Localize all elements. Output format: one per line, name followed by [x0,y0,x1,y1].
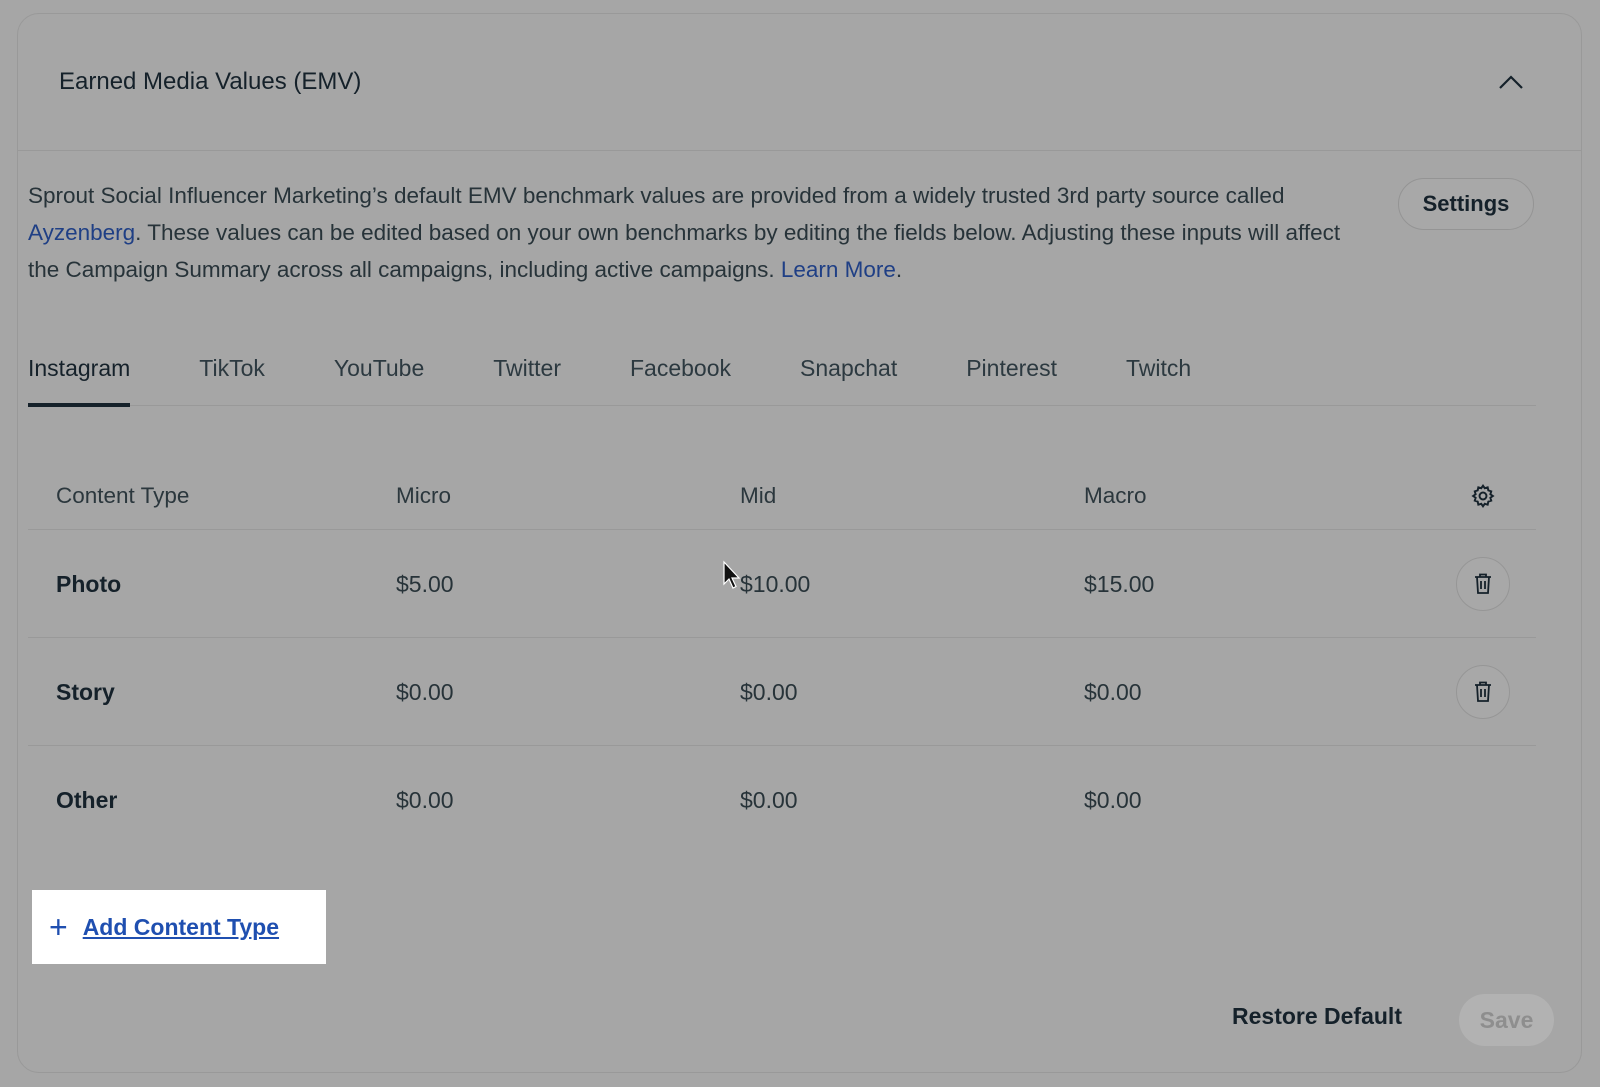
header-macro: Macro [1084,483,1147,508]
trash-icon [1475,573,1491,594]
row-macro-value[interactable]: $0.00 [1084,679,1414,706]
row-macro-value[interactable]: $15.00 [1084,571,1414,598]
tab-twitch[interactable]: Twitch [1126,340,1191,405]
tab-snapchat[interactable]: Snapchat [800,340,897,405]
row-micro-value[interactable]: $0.00 [396,679,740,706]
delete-row-button[interactable] [1456,665,1510,719]
settings-button[interactable]: Settings [1398,178,1534,230]
chevron-up-icon[interactable] [1497,68,1525,96]
row-content-type: Photo [56,570,122,597]
ayzenberg-link[interactable]: Ayzenberg [28,220,135,245]
gear-icon[interactable] [1469,482,1497,510]
table-header: Content Type Micro Mid Macro [28,462,1536,530]
emv-table: Content Type Micro Mid Macro Photo $5.00… [28,462,1536,854]
add-content-type-button[interactable]: + Add Content Type [32,890,326,964]
row-micro-value[interactable]: $0.00 [396,787,740,814]
table-row: Story $0.00 $0.00 $0.00 [28,638,1536,746]
delete-row-button[interactable] [1456,557,1510,611]
header-mid: Mid [740,483,777,508]
tab-pinterest[interactable]: Pinterest [966,340,1057,405]
tab-facebook[interactable]: Facebook [630,340,731,405]
description-text-2: . These values can be edited based on yo… [28,220,1341,282]
network-tabs: Instagram TikTok YouTube Twitter Faceboo… [28,340,1536,407]
row-mid-value[interactable]: $10.00 [740,571,1084,598]
row-content-type: Story [56,678,115,705]
plus-icon: + [49,909,68,945]
header-content-type: Content Type [56,483,190,508]
tab-youtube[interactable]: YouTube [334,340,424,405]
save-button[interactable]: Save [1459,994,1554,1046]
trash-icon [1475,681,1491,702]
table-row: Photo $5.00 $10.00 $15.00 [28,530,1536,638]
description-text-3: . [895,257,903,282]
add-content-type-link[interactable]: Add Content Type [83,914,279,941]
restore-default-button[interactable]: Restore Default [1232,1003,1402,1030]
panel-title: Earned Media Values (EMV) [59,68,362,95]
tab-instagram[interactable]: Instagram [28,340,131,407]
description-text-1: Sprout Social Influencer Marketing’s def… [28,183,1285,208]
row-content-type: Other [56,786,118,813]
panel-header[interactable]: Earned Media Values (EMV) [18,14,1581,151]
row-micro-value[interactable]: $5.00 [396,571,740,598]
header-micro: Micro [396,483,451,508]
tab-twitter[interactable]: Twitter [493,340,561,405]
learn-more-link[interactable]: Learn More [781,257,896,282]
table-row: Other $0.00 $0.00 $0.00 [28,746,1536,854]
row-macro-value[interactable]: $0.00 [1084,787,1414,814]
tab-tiktok[interactable]: TikTok [199,340,265,405]
emv-description: Sprout Social Influencer Marketing’s def… [28,177,1358,288]
row-mid-value[interactable]: $0.00 [740,679,1084,706]
mouse-cursor-icon [723,560,741,589]
row-mid-value[interactable]: $0.00 [740,787,1084,814]
